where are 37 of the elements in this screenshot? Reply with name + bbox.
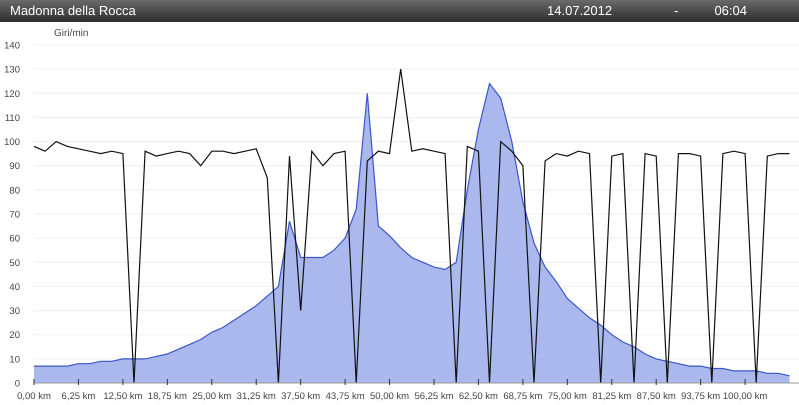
x-tick-label: 12,50 km <box>103 391 142 402</box>
y-tick-label: 20 <box>9 330 20 342</box>
y-tick-label: 110 <box>4 112 20 124</box>
x-tick-label: 0,00 km <box>17 391 51 402</box>
x-tick-label: 81,25 km <box>592 391 632 402</box>
y-tick-label: 70 <box>9 210 20 220</box>
y-axis-label: Giri/min <box>54 28 88 39</box>
window-title: Madonna della Rocca <box>10 2 137 20</box>
date-text: 14.07.2012 <box>547 2 612 20</box>
separator-text: - <box>674 2 678 20</box>
y-tick-label: 50 <box>9 258 20 269</box>
x-tick-label: 25,00 km <box>192 391 232 402</box>
y-tick-label: 30 <box>9 306 20 318</box>
x-tick-label: 75,00 km <box>548 391 587 402</box>
y-tick-label: 130 <box>4 64 20 76</box>
y-tick-label: 0 <box>14 378 20 390</box>
y-tick-label: 90 <box>9 161 20 172</box>
x-tick-label: 87,50 km <box>636 391 676 402</box>
y-tick-label: 10 <box>9 354 20 366</box>
x-tick-label: 6,25 km <box>62 391 96 402</box>
x-tick-label: 43,75 km <box>326 391 365 402</box>
x-tick-label: 93,75 km <box>681 391 720 402</box>
y-tick-label: 100 <box>4 137 20 148</box>
x-tick-label: 31,25 km <box>236 391 276 402</box>
x-tick-label: 56,25 km <box>414 391 454 402</box>
x-tick-label: 100,00 km <box>722 391 768 402</box>
y-tick-label: 80 <box>9 185 20 196</box>
x-tick-label: 37,50 km <box>281 391 320 402</box>
y-tick-label: 60 <box>9 234 20 245</box>
x-tick-label: 62,50 km <box>458 391 498 402</box>
x-tick-label: 18,75 km <box>148 391 187 402</box>
y-tick-label: 140 <box>4 40 20 52</box>
x-tick-label: 68,75 km <box>503 391 542 402</box>
y-tick-label: 40 <box>9 282 20 293</box>
time-text: 06:04 <box>714 2 747 20</box>
y-tick-label: 120 <box>4 88 20 100</box>
x-tick-label: 50,00 km <box>370 391 410 402</box>
